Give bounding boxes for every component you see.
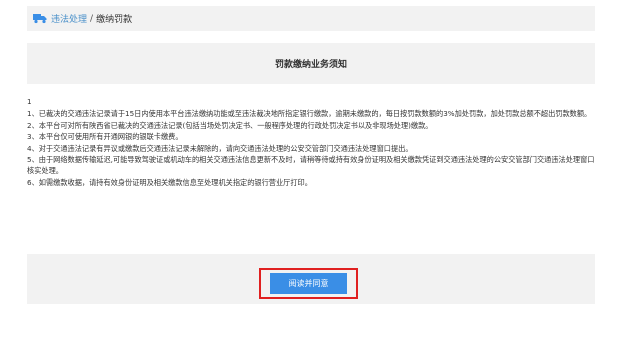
highlight-frame: 阅读并同意 — [259, 268, 358, 299]
truck-icon — [33, 14, 47, 24]
notice-content: 1 1、已裁决的交通违法记录请于15日内使用本平台违法缴纳功能或至违法裁决地所指… — [27, 96, 595, 188]
agree-button[interactable]: 阅读并同意 — [270, 273, 347, 294]
notice-item: 6、如需缴款收据，请持有效身份证明及相关缴款信息至处理机关指定的银行营业厅打印。 — [27, 177, 312, 187]
notice-title: 罚款缴纳业务须知 — [274, 60, 347, 70]
breadcrumb: 违法处理 / 缴纳罚款 — [27, 6, 595, 31]
notice-item: 5、由于网络数据传输延迟,可能导致驾驶证或机动车的相关交通违法信息更新不及时，请… — [27, 155, 595, 176]
notice-header: 罚款缴纳业务须知 — [27, 43, 595, 84]
breadcrumb-link-violation[interactable]: 违法处理 — [51, 12, 87, 25]
notice-item: 4、对于交通违法记录有异议或缴款后交通违法记录未解除的，请向交通违法处理的公安交… — [27, 143, 413, 153]
page-number: 1 — [27, 97, 32, 106]
notice-item: 2、本平台可对所有陕西省已裁决的交通违法记录(包括当场处罚决定书、一般程序处理的… — [27, 120, 433, 130]
notice-item: 3、本平台仅可使用所有开通网银的银联卡缴费。 — [27, 132, 183, 142]
notice-item: 1、已裁决的交通违法记录请于15日内使用本平台违法缴纳功能或至违法裁决地所指定银… — [27, 109, 592, 119]
breadcrumb-current: 缴纳罚款 — [96, 15, 133, 25]
breadcrumb-separator: / — [90, 13, 94, 24]
